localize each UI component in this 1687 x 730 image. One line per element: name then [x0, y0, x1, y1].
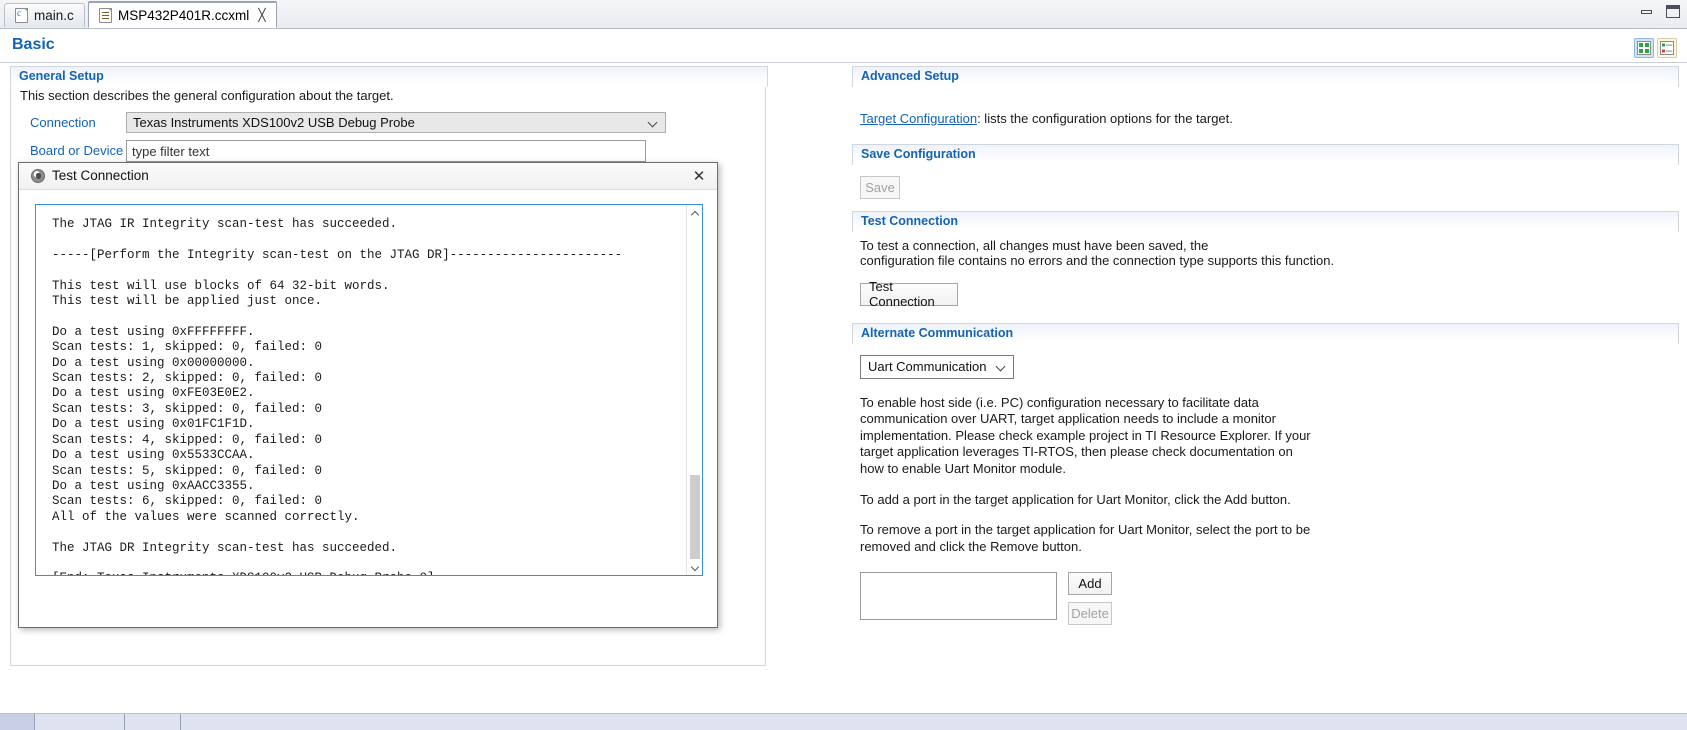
header-divider — [0, 62, 1687, 63]
form-layout-toggle-icon[interactable] — [1634, 38, 1654, 58]
test-connection-body: To test a connection, all changes must h… — [852, 232, 1677, 309]
uart-paragraph-3: To remove a port in the target applicati… — [860, 522, 1311, 555]
uart-paragraph-2: To add a port in the target application … — [860, 492, 1291, 508]
section-title: Alternate Communication — [861, 325, 1014, 340]
board-or-device-label: Board or Device — [30, 143, 124, 158]
tree-layout-toggle-icon[interactable] — [1657, 38, 1677, 58]
scrollbar-thumb[interactable] — [690, 475, 700, 570]
scroll-down-icon[interactable] — [687, 559, 702, 575]
uart-paragraph-1: To enable host side (i.e. PC) configurat… — [860, 394, 1311, 476]
save-button[interactable]: Save — [860, 176, 900, 199]
test-connection-description-line1: To test a connection, all changes must h… — [860, 238, 1209, 253]
advanced-setup-section-header: Advanced Setup — [852, 66, 1679, 87]
bottom-tab-0[interactable] — [0, 714, 34, 730]
advanced-setup-body: Target Configuration: lists the configur… — [852, 87, 1677, 144]
test-connection-dialog: Test Connection ✕ The JTAG IR Integrity … — [18, 162, 718, 628]
divider — [180, 714, 181, 730]
connection-label: Connection — [30, 115, 96, 130]
divider — [34, 714, 35, 730]
tab-label: main.c — [34, 8, 74, 23]
test-connection-description-line2: configuration file contains no errors an… — [860, 253, 1335, 268]
test-connection-log-box[interactable]: The JTAG IR Integrity scan-test has succ… — [35, 204, 703, 576]
delete-port-button[interactable]: Delete — [1068, 601, 1112, 625]
connection-combobox[interactable]: Texas Instruments XDS100v2 USB Debug Pro… — [126, 112, 666, 133]
save-configuration-body: Save — [852, 165, 1677, 211]
log-vertical-scrollbar[interactable] — [686, 205, 702, 575]
minimize-icon[interactable] — [1639, 5, 1655, 19]
board-filter-value: type filter text — [132, 143, 210, 159]
board-filter-input[interactable]: type filter text — [126, 140, 646, 162]
close-icon[interactable]: ╳ — [258, 9, 265, 21]
editor-window: main.c MSP432P401R.ccxml ╳ Basic — [0, 0, 1687, 730]
tab-main-c[interactable]: main.c — [4, 3, 85, 27]
chevron-down-icon — [649, 118, 658, 127]
port-list-controls: Add Delete — [860, 571, 1677, 625]
general-setup-description: This section describes the general confi… — [20, 88, 394, 103]
communication-type-select[interactable]: Uart Communication — [860, 354, 1014, 379]
bottom-tab-strip — [0, 713, 1687, 730]
left-column: General Setup This section describes the… — [10, 66, 830, 162]
editor-tab-bar: main.c MSP432P401R.ccxml ╳ — [0, 0, 1687, 29]
c-file-icon — [15, 8, 28, 23]
connection-value: Texas Instruments XDS100v2 USB Debug Pro… — [133, 115, 415, 130]
connection-row: Connection Texas Instruments XDS100v2 US… — [22, 112, 722, 134]
add-port-button[interactable]: Add — [1068, 571, 1112, 595]
scroll-up-icon[interactable] — [687, 205, 702, 221]
section-title: General Setup — [19, 69, 104, 83]
page-title: Basic — [12, 36, 55, 53]
section-title: Save Configuration — [861, 147, 976, 161]
section-title: Advanced Setup — [861, 69, 959, 83]
maximize-icon[interactable] — [1665, 5, 1681, 19]
alternate-communication-section-header: Alternate Communication — [852, 322, 1679, 344]
tab-msp432p401r-ccxml[interactable]: MSP432P401R.ccxml ╳ — [88, 1, 277, 28]
right-column: Advanced Setup Target Configuration: lis… — [852, 66, 1679, 625]
test-connection-log-text: The JTAG IR Integrity scan-test has succ… — [52, 217, 623, 575]
chevron-down-icon — [997, 362, 1006, 371]
xml-file-icon — [99, 7, 112, 23]
divider — [124, 714, 125, 730]
dialog-title-bar: Test Connection ✕ — [19, 163, 717, 190]
tab-label: MSP432P401R.ccxml — [118, 7, 250, 23]
communication-type-value: Uart Communication — [868, 359, 987, 374]
window-controls — [1639, 5, 1681, 19]
test-connection-button[interactable]: Test Connection — [860, 279, 958, 309]
dialog-body: The JTAG IR Integrity scan-test has succ… — [19, 190, 717, 627]
page-toolbar — [1634, 38, 1677, 58]
save-configuration-section-header: Save Configuration — [852, 144, 1679, 165]
general-setup-section-header: General Setup — [10, 66, 768, 87]
port-buttons: Add Delete — [1068, 571, 1112, 625]
target-configuration-link[interactable]: Target Configuration — [860, 111, 977, 126]
uart-port-listbox[interactable] — [860, 571, 1057, 620]
dialog-title: Test Connection — [52, 168, 149, 183]
close-icon[interactable]: ✕ — [689, 167, 709, 186]
board-or-device-row: Board or Device type filter text — [22, 140, 722, 162]
section-title: Test Connection — [861, 214, 958, 228]
test-connection-section-header: Test Connection — [852, 211, 1679, 232]
alternate-communication-body: Uart Communication To enable host side (… — [852, 344, 1677, 625]
advanced-setup-link-suffix: : lists the configuration options for th… — [977, 111, 1233, 126]
connection-test-icon — [31, 169, 45, 183]
